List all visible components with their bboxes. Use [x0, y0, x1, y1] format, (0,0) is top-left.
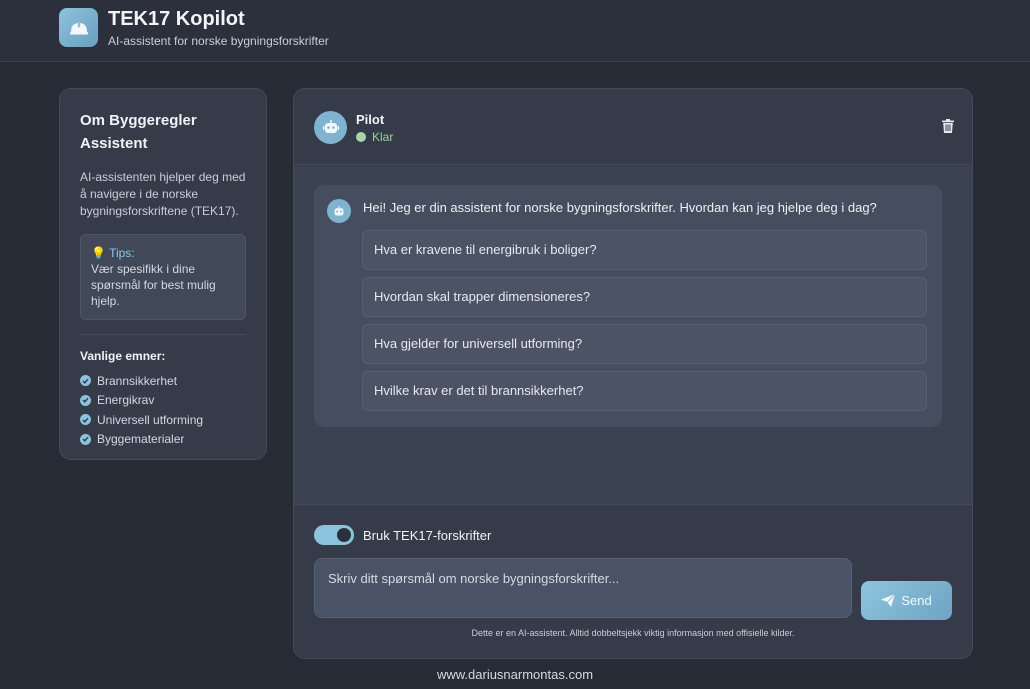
chat-header: Pilot Klar: [294, 89, 972, 165]
bot-avatar: [327, 199, 351, 223]
tips-header: 💡 Tips:: [91, 245, 235, 261]
question-input[interactable]: [314, 558, 852, 618]
status-label: Klar: [372, 130, 394, 144]
check-icon: [80, 433, 91, 445]
suggestion-button[interactable]: Hvordan skal trapper dimensioneres?: [362, 277, 927, 317]
tips-label: Tips:: [109, 246, 135, 260]
send-button[interactable]: Send: [861, 581, 952, 620]
sidebar-title: Om Byggeregler Assistent: [80, 112, 197, 152]
toggle-label: Bruk TEK17-forskrifter: [363, 528, 492, 543]
disclaimer-text: Dette er en AI-assistent. Alltid dobbelt…: [471, 628, 795, 638]
sidebar-divider: [80, 334, 246, 335]
suggestion-button[interactable]: Hva er kravene til energibruk i boliger?: [362, 230, 927, 270]
app-logo: [59, 8, 98, 47]
lightbulb-icon: 💡: [91, 246, 106, 260]
check-icon: [80, 375, 91, 387]
app-title: TEK17 Kopilot: [108, 8, 245, 30]
send-label: Send: [901, 593, 932, 608]
chat-panel: Pilot Klar Hei! Jeg er din assistent for…: [293, 88, 973, 659]
topics-title: Vanlige emner:: [80, 349, 166, 363]
topic-item: Byggematerialer: [80, 430, 246, 450]
app-header: TEK17 Kopilot AI-assistent for norske by…: [0, 0, 1030, 62]
check-icon: [80, 414, 91, 426]
composer: Bruk TEK17-forskrifter Send Dette er en …: [294, 504, 972, 658]
robot-icon: [334, 205, 344, 216]
trash-icon: [942, 119, 954, 133]
topic-label: Brannsikkerhet: [97, 373, 178, 388]
bot-message: Hei! Jeg er din assistent for norske byg…: [314, 185, 942, 427]
hardhat-icon: [69, 21, 88, 34]
suggestion-button[interactable]: Hva gjelder for universell utforming?: [362, 324, 927, 364]
suggestion-button[interactable]: Hvilke krav er det til brannsikkerhet?: [362, 371, 927, 411]
footer-link[interactable]: www.dariusnarmontas.com: [0, 667, 1030, 682]
robot-icon: [322, 120, 339, 133]
info-sidebar: Om Byggeregler Assistent AI-assistenten …: [59, 88, 267, 460]
tips-box: 💡 Tips: Vær spesifikk i dine spørsmål fo…: [80, 234, 246, 320]
topic-label: Byggematerialer: [97, 432, 185, 447]
paper-plane-icon: [881, 594, 896, 607]
topic-label: Energikrav: [97, 393, 155, 408]
topics-list: Brannsikkerhet Energikrav Universell utf…: [80, 371, 246, 449]
greeting-text: Hei! Jeg er din assistent for norske byg…: [363, 200, 877, 215]
bot-name: Pilot: [356, 112, 385, 127]
message-list: Hei! Jeg er din assistent for norske byg…: [294, 166, 972, 504]
sidebar-description: AI-assistenten hjelper deg med å naviger…: [80, 170, 246, 218]
topic-label: Universell utforming: [97, 412, 204, 427]
app-subtitle: AI-assistent for norske bygningsforskrif…: [108, 34, 329, 48]
topic-item: Universell utforming: [80, 410, 246, 430]
clear-chat-button[interactable]: [942, 119, 954, 138]
tips-text: Vær spesifikk i dine spørsmål for best m…: [91, 262, 216, 308]
toggle-knob: [337, 528, 351, 542]
bot-status: Klar: [356, 130, 393, 144]
bot-avatar: [314, 111, 347, 144]
check-icon: [80, 394, 91, 406]
status-dot: [356, 132, 366, 142]
topic-item: Energikrav: [80, 391, 246, 411]
topic-item: Brannsikkerhet: [80, 371, 246, 391]
tek17-toggle[interactable]: [314, 525, 354, 545]
